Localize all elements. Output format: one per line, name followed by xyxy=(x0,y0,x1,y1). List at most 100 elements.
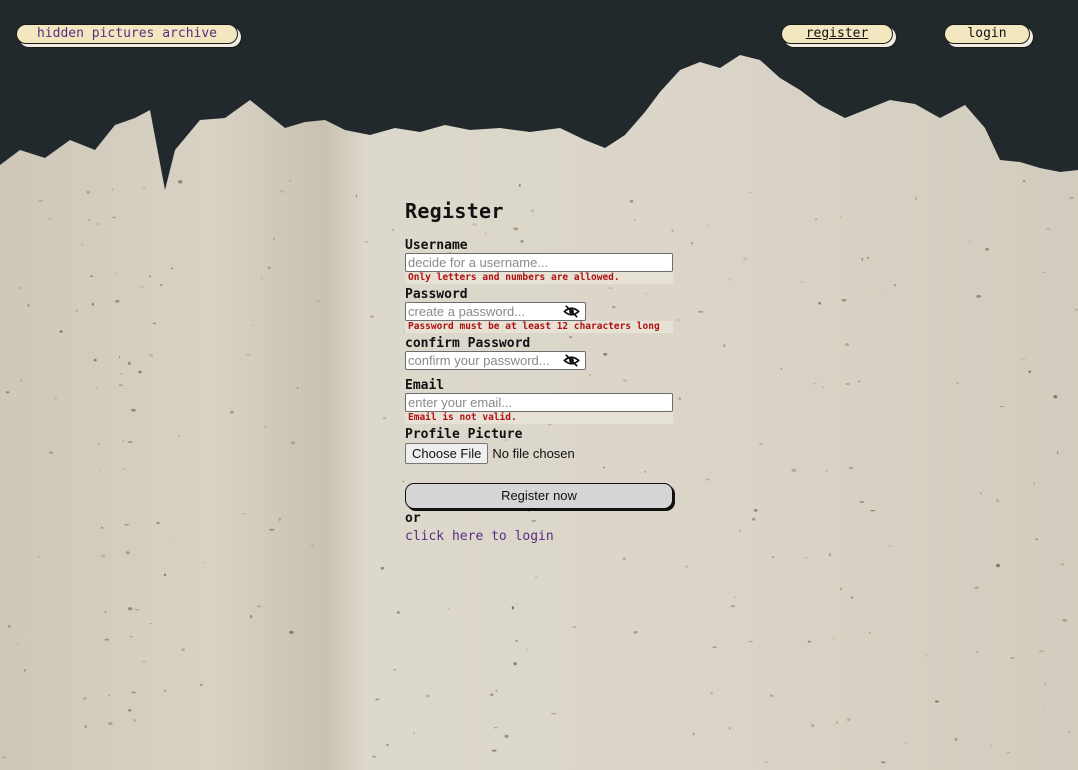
paper-fiber xyxy=(710,691,713,695)
password-input[interactable] xyxy=(405,302,586,321)
register-form: Register Username Only letters and numbe… xyxy=(405,195,705,545)
paper-fiber xyxy=(515,639,518,642)
paper-fiber xyxy=(140,285,145,289)
eye-slash-icon[interactable] xyxy=(563,304,580,319)
paper-fiber xyxy=(513,662,517,666)
email-input[interactable] xyxy=(405,393,673,412)
paper-fiber xyxy=(152,322,157,325)
paper-fiber xyxy=(1028,370,1032,373)
paper-fiber xyxy=(504,734,509,738)
paper-fiber xyxy=(1033,482,1036,485)
paper-fiber xyxy=(1057,451,1059,455)
paper-fiber xyxy=(985,247,990,251)
paper-fiber xyxy=(99,470,101,474)
paper-fiber xyxy=(260,277,263,279)
paper-fiber xyxy=(280,190,285,193)
paper-fiber xyxy=(100,526,104,529)
paper-fiber xyxy=(1038,650,1044,652)
paper-fiber xyxy=(104,638,110,641)
password-error: Password must be at least 12 characters … xyxy=(405,321,673,333)
paper-fiber xyxy=(1020,357,1026,361)
paper-fiber xyxy=(1006,751,1010,753)
paper-fiber xyxy=(16,642,20,646)
paper-fiber xyxy=(1046,228,1051,230)
paper-fiber xyxy=(1044,682,1046,686)
file-status: No file chosen xyxy=(492,446,575,461)
paper-fiber xyxy=(242,513,247,515)
paper-fiber xyxy=(54,396,58,400)
paper-fiber xyxy=(804,557,808,559)
paper-fiber xyxy=(926,655,928,657)
paper-fiber xyxy=(780,367,783,370)
paper-fiber xyxy=(739,529,741,533)
paper-fiber xyxy=(848,466,854,469)
confirm-password-input[interactable] xyxy=(405,351,586,370)
home-archive-button[interactable]: hidden pictures archive xyxy=(16,24,238,44)
paper-fiber xyxy=(138,370,142,374)
paper-fiber xyxy=(97,443,101,445)
username-error: Only letters and numbers are allowed. xyxy=(405,272,673,284)
paper-fiber xyxy=(622,557,626,561)
choose-file-button[interactable]: Choose File xyxy=(405,443,489,464)
paper-fiber xyxy=(728,726,731,730)
paper-fiber xyxy=(839,587,842,591)
paper-fiber xyxy=(149,275,151,278)
paper-fiber xyxy=(751,517,756,521)
eye-slash-icon[interactable] xyxy=(563,353,580,368)
paper-fiber xyxy=(551,713,556,715)
paper-fiber xyxy=(730,605,736,608)
paper-fiber xyxy=(990,743,993,747)
email-label: Email xyxy=(405,378,445,393)
paper-fiber xyxy=(111,188,114,191)
paper-fiber xyxy=(821,386,825,388)
paper-fiber xyxy=(371,755,377,758)
paper-fiber xyxy=(264,425,267,429)
paper-fiber xyxy=(391,229,395,231)
login-link[interactable]: click here to login xyxy=(405,528,554,545)
paper-fiber xyxy=(904,741,908,744)
paper-fiber xyxy=(289,630,294,634)
paper-fiber xyxy=(425,694,430,698)
paper-fiber xyxy=(1074,308,1078,311)
paper-fiber xyxy=(37,199,44,202)
paper-fiber xyxy=(127,361,131,365)
confirm-password-field-wrapper xyxy=(405,351,586,370)
paper-fiber xyxy=(115,299,120,303)
paper-fiber xyxy=(290,441,295,445)
paper-fiber xyxy=(170,267,174,270)
register-nav-button[interactable]: register xyxy=(781,24,893,44)
paper-fiber xyxy=(495,689,498,692)
paper-fiber xyxy=(1060,563,1065,566)
paper-fiber xyxy=(811,724,815,727)
paper-fiber xyxy=(954,737,958,741)
paper-fiber xyxy=(893,284,897,287)
paper-fiber xyxy=(149,623,152,624)
paper-fiber xyxy=(229,410,234,414)
paper-fiber xyxy=(7,624,11,628)
paper-fiber xyxy=(84,724,87,729)
login-nav-button[interactable]: login xyxy=(944,24,1030,44)
paper-fiber xyxy=(375,698,380,701)
paper-fiber xyxy=(764,761,768,763)
paper-fiber xyxy=(915,196,917,200)
paper-fiber xyxy=(1035,538,1038,541)
paper-fiber xyxy=(142,186,147,189)
paper-fiber xyxy=(95,223,100,225)
paper-fiber xyxy=(934,700,939,703)
paper-fiber xyxy=(769,694,774,697)
paper-fiber xyxy=(447,608,450,610)
paper-fiber xyxy=(296,387,299,389)
paper-fiber xyxy=(396,611,400,614)
confirm-password-label: confirm Password xyxy=(405,336,531,351)
paper-fiber xyxy=(491,749,497,752)
paper-fiber xyxy=(163,573,167,577)
paper-fiber xyxy=(974,586,979,589)
paper-fiber xyxy=(866,256,870,259)
register-now-button[interactable]: Register now xyxy=(405,483,673,509)
paper-fiber xyxy=(490,693,494,696)
paper-fiber xyxy=(493,727,498,729)
username-input[interactable] xyxy=(405,253,673,272)
paper-fiber xyxy=(836,721,838,724)
paper-fiber xyxy=(355,194,358,198)
paper-fiber xyxy=(1053,395,1058,399)
